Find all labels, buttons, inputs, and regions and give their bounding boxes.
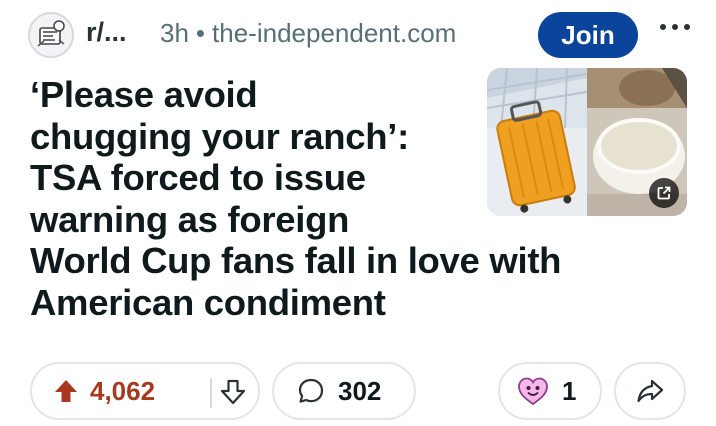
- award-button[interactable]: 1: [498, 362, 602, 420]
- title-line: American condiment: [30, 281, 386, 323]
- downvote-arrow-icon[interactable]: [218, 377, 248, 407]
- vote-control: 4,062: [30, 362, 260, 420]
- title-line: chugging your ranch’:: [30, 115, 409, 157]
- share-arrow-icon: [635, 376, 665, 406]
- title-line: warning as foreign: [30, 198, 350, 240]
- post-thumbnail[interactable]: [487, 68, 687, 216]
- share-button[interactable]: [614, 362, 686, 420]
- comment-count: 302: [338, 375, 382, 406]
- title-line: TSA forced to issue: [30, 157, 366, 198]
- post-action-bar: 4,062 302 1: [0, 362, 716, 422]
- award-count: 1: [562, 375, 577, 406]
- post-meta: 3h • the-independent.com: [160, 18, 456, 49]
- title-line: ‘Please avoid: [30, 74, 258, 115]
- upvote-arrow-icon[interactable]: [52, 377, 80, 405]
- subreddit-avatar-icon[interactable]: [28, 12, 74, 58]
- more-dots-icon[interactable]: [660, 22, 690, 32]
- meta-separator: •: [195, 18, 206, 48]
- upvote-count: 4,062: [90, 375, 156, 406]
- comments-button[interactable]: 302: [272, 362, 416, 420]
- vote-divider: [210, 378, 212, 408]
- title-line: World Cup fans fall in love with: [30, 240, 562, 281]
- subreddit-name[interactable]: r/...: [86, 17, 127, 48]
- comment-bubble-icon: [296, 376, 326, 406]
- award-heart-icon: [516, 374, 550, 408]
- post-domain[interactable]: the-independent.com: [212, 18, 456, 48]
- post-age: 3h: [160, 18, 189, 48]
- post-header: r/... 3h • the-independent.com Join: [0, 0, 716, 68]
- join-button[interactable]: Join: [538, 12, 638, 58]
- external-link-icon[interactable]: [649, 178, 679, 208]
